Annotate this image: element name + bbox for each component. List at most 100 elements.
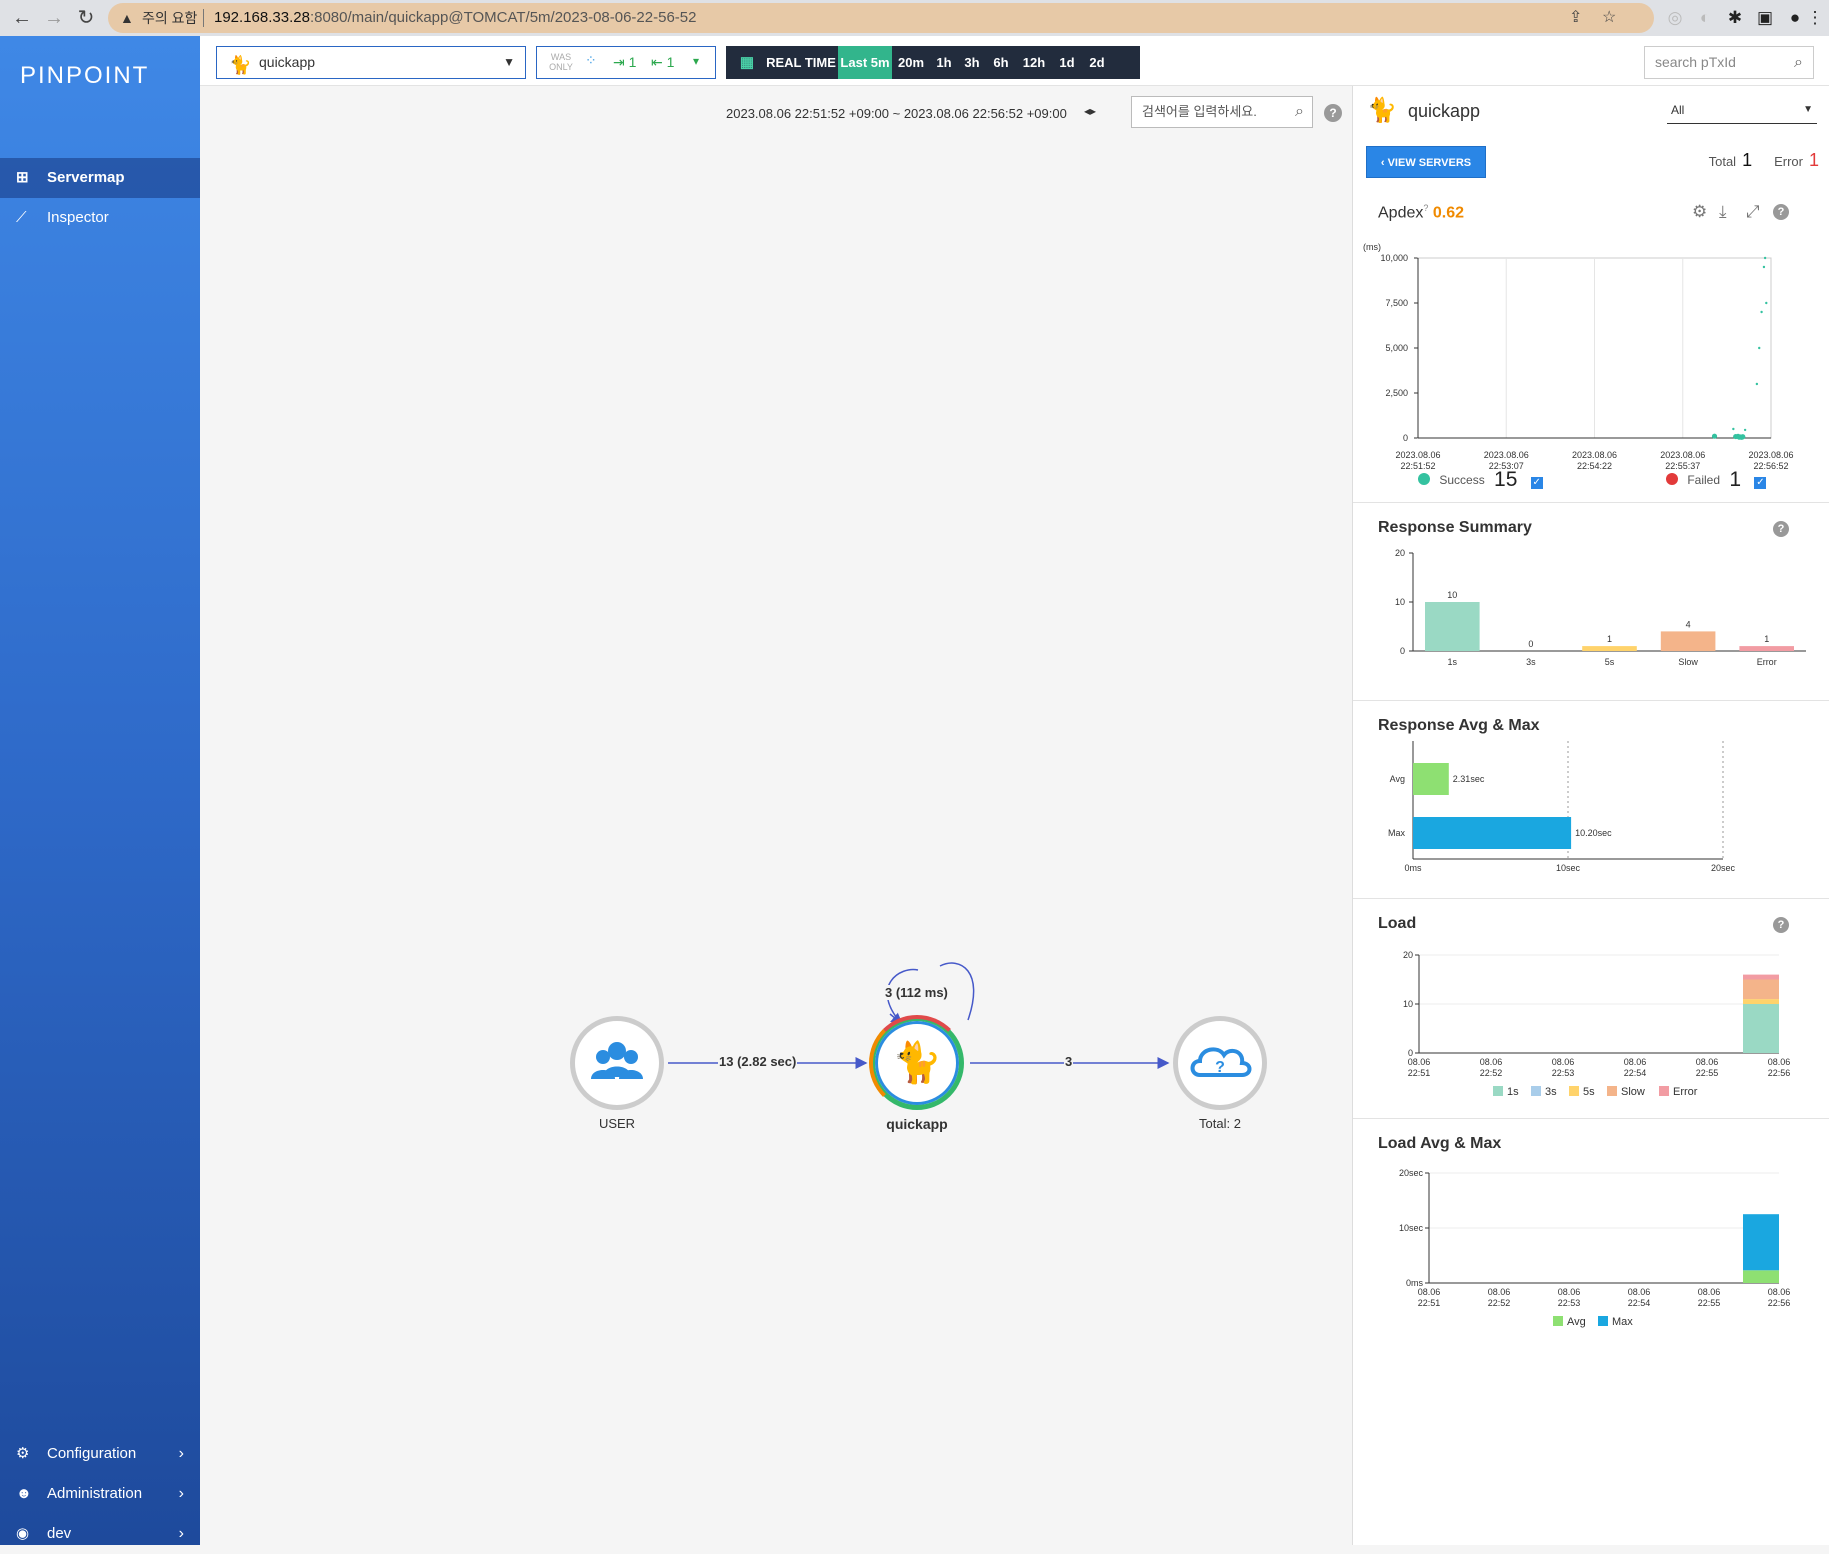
period-2d[interactable]: 2d	[1082, 46, 1112, 79]
users-icon	[591, 1042, 643, 1079]
info-panel: 🐈 quickapp All ▼ ‹ VIEW SERVERS Total 1 Er…	[1352, 86, 1829, 1545]
edge-label-user-to-app[interactable]: 13 (2.82 sec)	[718, 1054, 798, 1069]
x-tick-label: 10sec	[1556, 863, 1581, 873]
bar-slow	[1660, 631, 1716, 651]
calendar-icon[interactable]: ▦	[732, 46, 762, 79]
legend-swatch	[1598, 1316, 1608, 1326]
bar-value-label: 0	[1528, 639, 1533, 649]
period-1h[interactable]: 1h	[930, 46, 958, 79]
view-servers-button[interactable]: ‹ VIEW SERVERS	[1366, 146, 1486, 178]
agent-select[interactable]: All ▼	[1667, 100, 1817, 124]
node-label-user: USER	[598, 1116, 636, 1131]
failed-label: Failed	[1687, 473, 1721, 487]
help-icon[interactable]: ?	[1773, 917, 1789, 933]
period-3h[interactable]: 3h	[958, 46, 986, 79]
sidebar-item-servermap[interactable]: ⊞ Servermap	[0, 158, 200, 198]
logo[interactable]: PINPOINT	[20, 62, 149, 90]
bar-max	[1413, 817, 1572, 849]
response-avgmax-title: Response Avg & Max	[1378, 717, 1540, 734]
y-tick-label: 10	[1403, 999, 1413, 1009]
chevron-down-icon[interactable]: ▾	[693, 54, 699, 68]
x-tick-label-date: 08.06	[1558, 1287, 1581, 1297]
x-tick-label-date: 08.06	[1408, 1057, 1431, 1067]
x-tick-label-time: 22:56	[1768, 1298, 1791, 1308]
x-tick-label-time: 22:52	[1480, 1068, 1503, 1078]
download-icon[interactable]: ⤓	[1719, 202, 1727, 222]
reload-icon[interactable]: ↻	[74, 6, 98, 30]
period-last-5m[interactable]: Last 5m	[838, 46, 892, 79]
period-12h[interactable]: 12h	[1016, 46, 1052, 79]
share-icon[interactable]: ⇪	[1569, 3, 1582, 33]
scatter-legend-failed: Failed 1 ✓	[1666, 468, 1767, 492]
failed-checkbox[interactable]: ✓	[1754, 477, 1767, 489]
application-select[interactable]: 🐈 quickapp ▼	[216, 46, 526, 79]
sidebar-item-dev[interactable]: ◉ dev ›	[0, 1514, 200, 1554]
success-checkbox[interactable]: ✓	[1530, 477, 1543, 489]
legend-swatch	[1553, 1316, 1563, 1326]
error-label: Error	[1774, 154, 1803, 169]
outbound-depth[interactable]: ⇤ 1	[651, 54, 674, 71]
sidebar-item-label: Servermap	[47, 169, 125, 186]
response-summary-section: Response Summary ? 20 10 0 10 1s 0 3s 1 5s 4 Slow 1…	[1353, 502, 1829, 700]
bar-segment-slow	[1743, 979, 1779, 1000]
x-tick-label-date: 08.06	[1768, 1057, 1791, 1067]
edge-label-app-self[interactable]: 3 (112 ms)	[884, 985, 949, 1000]
x-tick-label-time: 22:51	[1408, 1068, 1431, 1078]
sidebar-item-administration[interactable]: ☻ Administration ›	[0, 1474, 200, 1514]
node-unknown-group[interactable]: ?	[1173, 1016, 1267, 1110]
sidepanel-icon[interactable]: ▣	[1753, 6, 1777, 30]
was-filter[interactable]: WAS ONLY ⁘ ⇥ 1 ⇤ 1 ▾	[536, 46, 716, 79]
agent-select-value: All	[1671, 103, 1685, 117]
inbound-depth[interactable]: ⇥ 1	[613, 54, 636, 71]
node-user[interactable]	[570, 1016, 664, 1110]
success-point	[1755, 382, 1759, 386]
x-tick-label-date: 08.06	[1628, 1287, 1651, 1297]
ptxid-search-input[interactable]: search pTxId ⌕	[1644, 46, 1814, 79]
help-icon[interactable]: ?	[1773, 204, 1789, 220]
chevron-down-icon: ▼	[503, 55, 515, 69]
caret-down-icon: ▼	[1803, 104, 1813, 115]
svg-text:?: ?	[1215, 1059, 1225, 1076]
expand-icon[interactable]: ⤢	[1746, 202, 1760, 222]
forward-icon[interactable]: →	[42, 6, 66, 30]
apdex-help-icon[interactable]: ?	[1423, 203, 1428, 213]
puzzle-icon[interactable]: ✱	[1723, 6, 1747, 30]
edge-label-app-to-unknown[interactable]: 3	[1064, 1054, 1074, 1069]
response-avgmax-chart: 0ms 10sec 20sec Avg 2.31sec Max 10.20sec	[1388, 741, 1736, 873]
search-icon[interactable]: ⌕	[1794, 47, 1803, 78]
address-bar[interactable]: ▲ 주의 요함 192.168.33.28:8080/main/quickapp…	[108, 3, 1654, 33]
period-20m[interactable]: 20m	[892, 46, 930, 79]
success-point	[1711, 433, 1718, 439]
bar-1s	[1425, 602, 1480, 651]
bar-value-label: 1	[1607, 634, 1612, 644]
node-label-unknown: Total: 2	[1199, 1116, 1241, 1131]
servermap-canvas[interactable]: 2023.08.06 22:51:52 +09:00 ~ 2023.08.06 …	[200, 86, 1352, 1545]
real-time-button[interactable]: REAL TIME	[764, 46, 838, 79]
bar-segment-avg	[1743, 1270, 1779, 1283]
x-tick-label: 5s	[1605, 657, 1615, 667]
sidebar-item-inspector[interactable]: ⟋ Inspector	[0, 198, 200, 238]
menu-icon[interactable]: ⋮	[1803, 6, 1827, 30]
y-tick-label: 20	[1395, 548, 1405, 558]
node-quickapp[interactable]: 🐈	[869, 1015, 965, 1111]
success-point	[1743, 428, 1747, 432]
period-6h[interactable]: 6h	[986, 46, 1016, 79]
bookmark-star-icon[interactable]: ☆	[1602, 3, 1616, 33]
success-point	[1765, 301, 1768, 305]
back-icon[interactable]: ←	[10, 6, 34, 30]
sidebar-item-configuration[interactable]: ⚙ Configuration ›	[0, 1434, 200, 1474]
period-1d[interactable]: 1d	[1052, 46, 1082, 79]
legend-label: 3s	[1545, 1086, 1557, 1098]
extension-icon[interactable]: ◐	[1693, 6, 1717, 30]
extension-icon[interactable]: ◎	[1663, 6, 1687, 30]
y-tick-label: 10	[1395, 597, 1405, 607]
success-dot-icon	[1418, 473, 1430, 485]
legend-label: Avg	[1567, 1316, 1586, 1328]
bar-error	[1739, 646, 1794, 651]
bar-segment-5s	[1743, 999, 1779, 1004]
bar-avg	[1413, 763, 1449, 795]
x-tick-label: Error	[1757, 657, 1777, 667]
help-icon[interactable]: ?	[1773, 521, 1789, 537]
gear-icon[interactable]: ⚙	[1692, 202, 1707, 222]
x-tick-label-date: 08.06	[1696, 1057, 1719, 1067]
